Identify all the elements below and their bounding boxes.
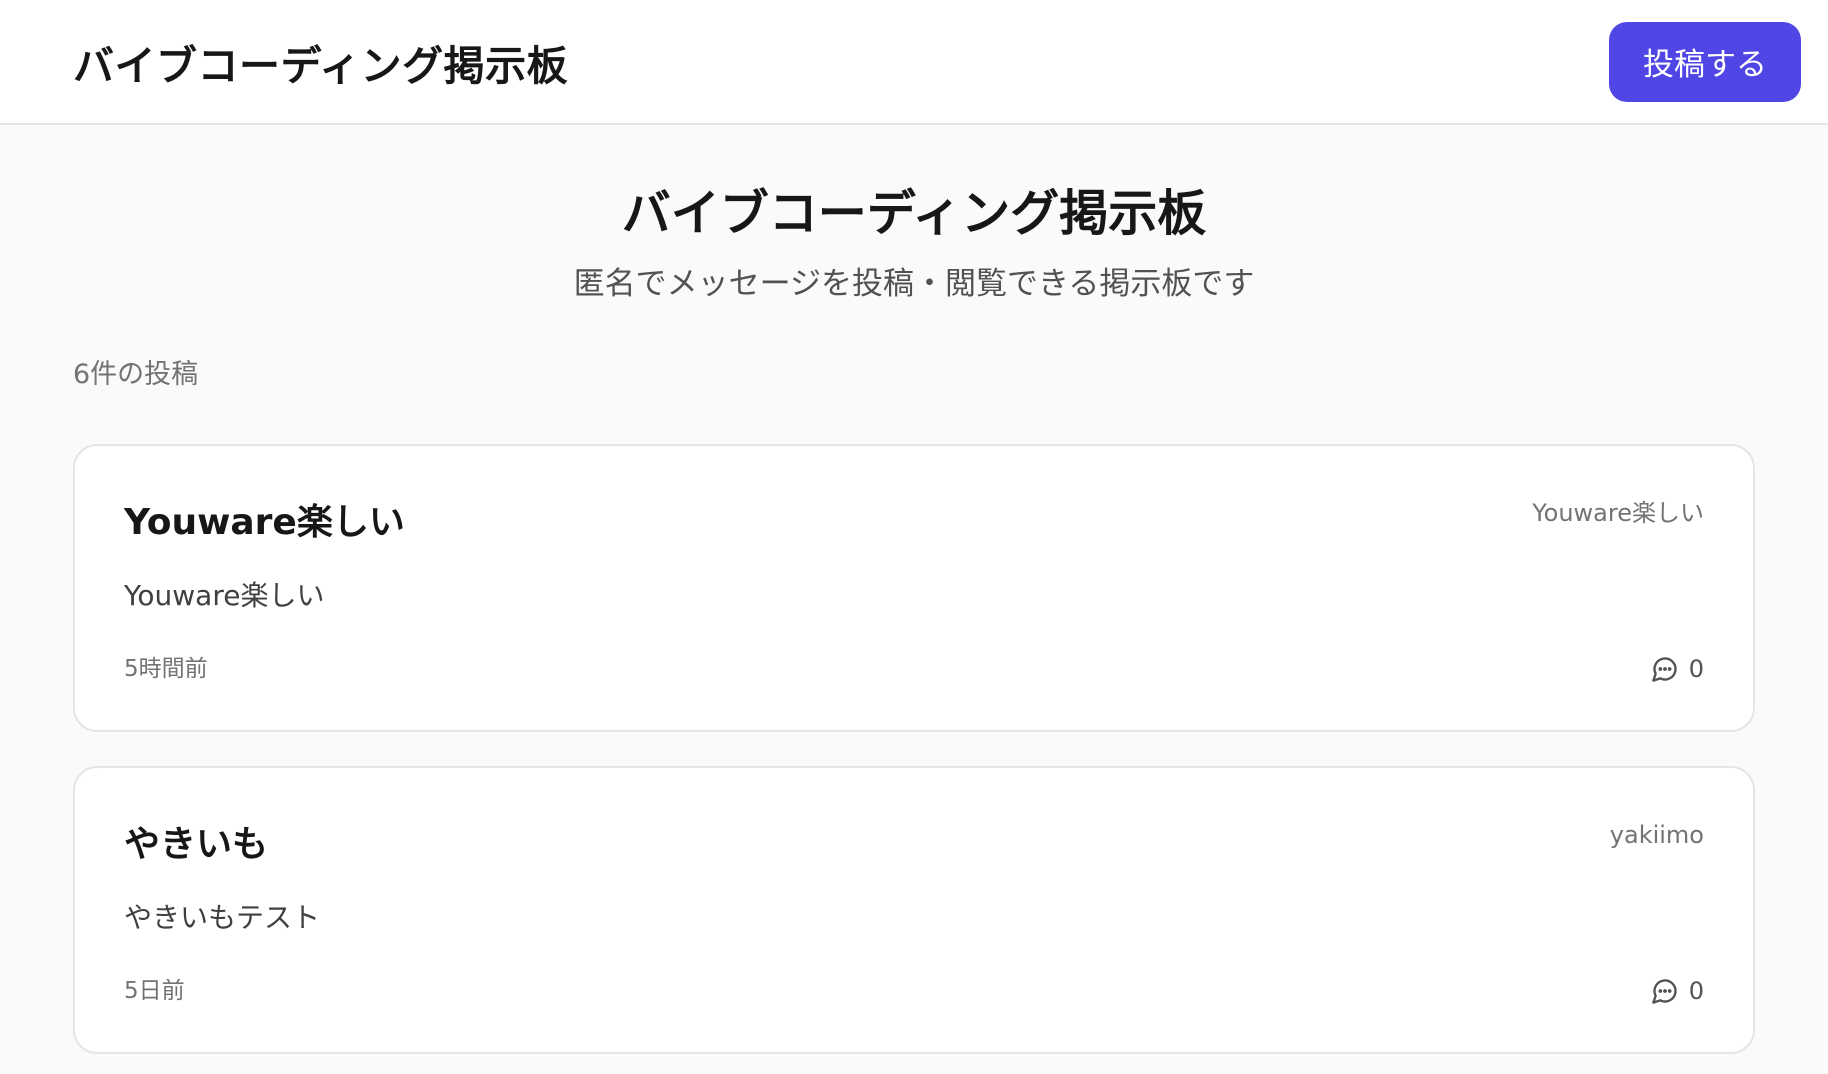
new-post-button[interactable]: 投稿する [1609,21,1801,102]
message-circle-icon [1651,977,1679,1005]
post-timestamp: 5時間前 [124,656,208,682]
hero-section: バイブコーディング掲示板 匿名でメッセージを投稿・閲覧できる掲示板です [73,125,1755,307]
post-timestamp: 5日前 [124,978,185,1004]
post-body: Youware楽しい [124,579,325,612]
message-circle-icon [1651,655,1679,683]
post-title: Youware楽しい [124,502,405,543]
main-content: バイブコーディング掲示板 匿名でメッセージを投稿・閲覧できる掲示板です 6件の投… [0,125,1828,1054]
page-title: バイブコーディング掲示板 [621,185,1207,242]
post-card[interactable]: Youware楽しい Youware楽しい Youware楽しい 5時間前 0 [73,444,1755,732]
app-title: バイブコーディング掲示板 [73,41,569,90]
post-list: Youware楽しい Youware楽しい Youware楽しい 5時間前 0 … [73,444,1755,1054]
page-subtitle: 匿名でメッセージを投稿・閲覧できる掲示板です [573,266,1255,302]
comment-count: 0 [1688,977,1704,1005]
post-count: 6件の投稿 [73,359,199,390]
comment-count-button[interactable]: 0 [1651,652,1704,686]
post-title: やきいも [124,824,269,865]
comment-count: 0 [1688,655,1704,683]
post-body: やきいもテスト [124,901,321,934]
app-header: バイブコーディング掲示板 投稿する [0,0,1828,125]
post-author: yakiimo [1609,821,1704,849]
post-card[interactable]: やきいも yakiimo やきいもテスト 5日前 0 [73,766,1755,1054]
post-author: Youware楽しい [1532,499,1704,527]
comment-count-button[interactable]: 0 [1651,974,1704,1008]
